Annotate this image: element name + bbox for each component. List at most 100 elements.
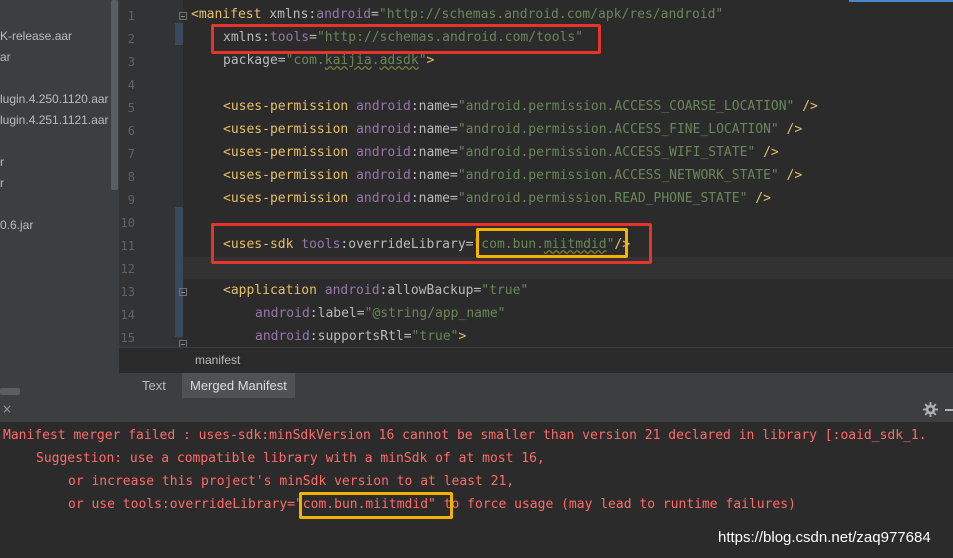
code-line: <uses-permission android:name="android.p… [223, 188, 771, 210]
xml-punct: = [450, 191, 458, 206]
gear-icon[interactable] [923, 402, 938, 417]
xml-value: "@string/app_name" [364, 306, 506, 321]
line-number: 15 [120, 331, 135, 345]
xml-punct: = [450, 145, 458, 160]
xml-punct: = [277, 53, 286, 68]
xml-value: "http://schemas.android.com/apk/res/andr… [378, 7, 724, 22]
breadcrumb-item[interactable]: manifest [195, 353, 240, 367]
project-sidebar: K-release.aar ar lugin.4.250.1120.aar lu… [0, 0, 120, 398]
xml-value: kaijia [324, 53, 372, 68]
xml-namespace: android [324, 283, 380, 298]
xml-namespace: android [316, 7, 372, 22]
tree-item[interactable]: lugin.4.251.1121.aar [0, 113, 109, 127]
tree-item[interactable]: K-release.aar [0, 29, 72, 43]
xml-namespace: android [356, 122, 411, 137]
close-icon[interactable]: × [2, 402, 12, 416]
xml-tag: <uses-permission [223, 145, 349, 160]
xml-attr: :label [309, 306, 357, 321]
xml-namespace: android [356, 99, 411, 114]
xml-bracket: < [191, 7, 199, 22]
xml-bracket: > [458, 329, 467, 344]
xml-bracket: /> [778, 122, 803, 137]
error-line: Manifest merger failed : uses-sdk:minSdk… [3, 428, 927, 443]
watermark: https://blog.csdn.net/zaq977684 [718, 529, 931, 546]
fold-icon[interactable] [179, 12, 187, 20]
xml-tag: <application [223, 283, 317, 298]
xml-attr: :supportsRtl [309, 329, 404, 344]
xml-attr: :allowBackup [379, 283, 474, 298]
xml-value: adsdk [379, 53, 419, 68]
xml-punct: = [450, 168, 458, 183]
line-number: 14 [120, 308, 135, 322]
xml-attr: package [223, 53, 278, 68]
xml-tag: <uses-permission [223, 122, 349, 137]
code-line: android:supportsRtl="true"> [255, 326, 466, 347]
xml-namespace: android [356, 145, 411, 160]
sidebar-scrollbar[interactable] [111, 0, 118, 190]
tree-item[interactable]: r [0, 176, 4, 190]
xml-tag: <uses-permission [223, 191, 349, 206]
tab-text[interactable]: Text [134, 373, 174, 398]
xml-attr: xmlns [269, 7, 309, 22]
xml-bracket: > [426, 53, 435, 68]
tab-merged-manifest[interactable]: Merged Manifest [182, 373, 295, 398]
code-line: <uses-permission android:name="android.p… [223, 142, 779, 164]
minus-icon[interactable] [945, 409, 953, 411]
xml-punct: = [450, 122, 458, 137]
code-line: <uses-permission android:name="android.p… [223, 96, 818, 118]
error-text: or use tools:overrideLibrary= [68, 497, 295, 512]
xml-namespace: android [356, 168, 411, 183]
line-number: 13 [120, 285, 135, 299]
xml-attr: :name [410, 99, 450, 114]
xml-value: "android.permission.ACCESS_COARSE_LOCATI… [457, 99, 795, 114]
xml-tag: manifest [198, 7, 262, 22]
code-line: <manifest xmlns:android="http://schemas.… [191, 4, 723, 26]
line-number: 3 [127, 55, 135, 69]
xml-bracket: /> [747, 191, 771, 206]
xml-attr: :name [410, 191, 450, 206]
fold-icon[interactable] [179, 340, 187, 347]
xml-namespace: android [356, 191, 411, 206]
xml-value: "com. [285, 53, 325, 68]
console-header: × [0, 398, 953, 422]
xml-value: . [371, 53, 380, 68]
code-line: <application android:allowBackup="true" [223, 280, 528, 302]
tree-item[interactable]: ar [0, 50, 11, 64]
line-number: 6 [127, 124, 135, 138]
sidebar-horizontal-scrollbar[interactable] [0, 388, 20, 395]
line-number: 12 [120, 262, 135, 276]
fold-icon[interactable] [179, 288, 187, 296]
xml-value: "true" [411, 329, 459, 344]
xml-attr: :name [410, 145, 450, 160]
xml-value: " [418, 53, 427, 68]
xml-namespace: android [255, 306, 310, 321]
xml-tag: <uses-permission [223, 168, 349, 183]
change-marker [175, 23, 183, 45]
code-line: <uses-permission android:name="android.p… [223, 165, 802, 187]
xml-bracket: /> [778, 168, 803, 183]
line-number: 7 [127, 147, 135, 161]
error-line: or increase this project's minSdk versio… [68, 474, 515, 489]
xml-value: "android.permission.ACCESS_NETWORK_STATE… [457, 168, 779, 183]
code-line: <uses-permission android:name="android.p… [223, 119, 802, 141]
line-number: 5 [127, 101, 135, 115]
error-text: to force usage (may lead to runtime fail… [435, 497, 796, 512]
xml-value: "android.permission.ACCESS_WIFI_STATE" [457, 145, 756, 160]
xml-bracket: /> [755, 145, 779, 160]
xml-attr: :name [410, 122, 450, 137]
xml-tag: <uses-permission [223, 99, 349, 114]
xml-punct: = [356, 306, 365, 321]
tree-item[interactable]: lugin.4.250.1120.aar [0, 92, 109, 106]
xml-punct: = [403, 329, 412, 344]
line-number-gutter: 1 2 3 4 5 6 7 8 9 10 11 12 13 14 15 [119, 0, 187, 347]
xml-value: "android.permission.READ_PHONE_STATE" [457, 191, 748, 206]
editor-tab-indicator [849, 0, 953, 2]
editor-view-tabs: Text Merged Manifest [119, 373, 953, 399]
xml-bracket: /> [794, 99, 818, 114]
tree-item[interactable]: r [0, 155, 4, 169]
xml-punct: = [450, 99, 458, 114]
line-number: 1 [127, 9, 135, 23]
xml-value: "true" [481, 283, 529, 298]
tree-item[interactable]: 0.6.jar [0, 218, 33, 232]
line-number: 8 [127, 170, 135, 184]
